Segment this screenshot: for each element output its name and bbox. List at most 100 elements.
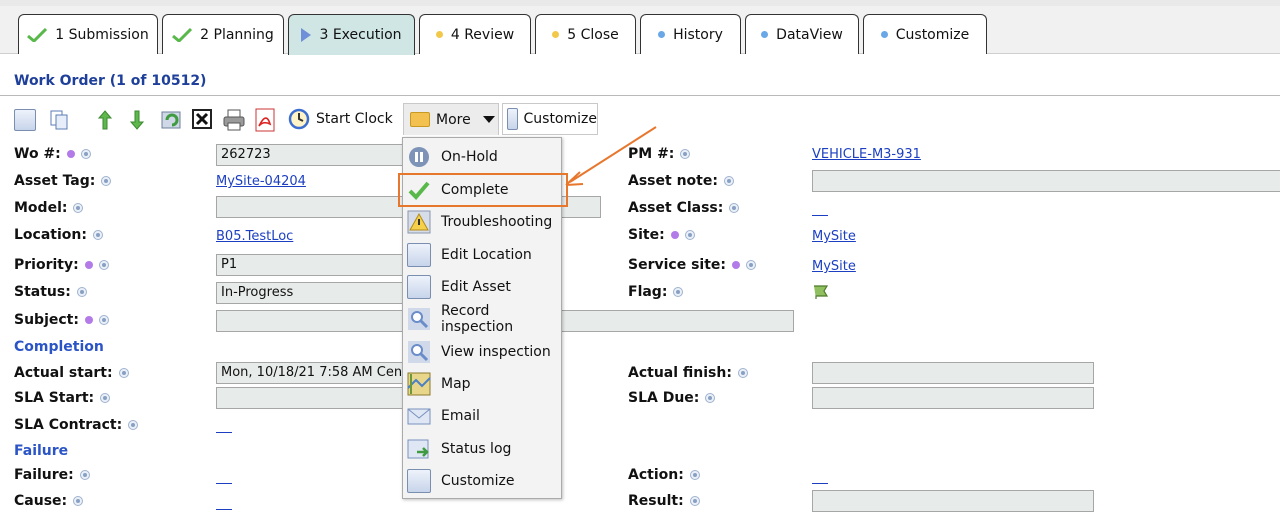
flag-icon[interactable] [812,284,830,300]
toolbar [0,100,1280,140]
menu-item-email[interactable]: Email [403,400,561,432]
info-icon[interactable] [100,393,111,403]
site-label: Site: [628,227,695,243]
asset-note-label-text: Asset note: [628,173,718,189]
info-icon[interactable] [98,315,109,325]
delete-button[interactable] [192,109,212,129]
close-icon [192,109,212,129]
tab-review[interactable]: 4 Review [419,14,531,54]
pdf-button[interactable] [254,108,276,132]
start-clock-button[interactable]: Start Clock [288,104,393,134]
info-icon[interactable] [80,149,91,159]
asset-class-label: Asset Class: [628,200,740,216]
menu-item-status-log[interactable]: Status log [403,433,561,465]
info-icon[interactable] [79,470,90,480]
more-dropdown-button[interactable]: More [403,103,499,135]
failure-link[interactable] [216,483,232,484]
copy-button[interactable] [48,109,70,131]
info-icon[interactable] [118,368,129,378]
info-icon[interactable] [98,260,109,270]
menu-item-edit-location[interactable]: Edit Location [403,239,561,271]
info-icon[interactable] [689,470,700,480]
info-icon[interactable] [723,176,734,186]
tab-close[interactable]: 5 Close [535,14,636,54]
tab-bar: 1 Submission 2 Planning 3 Execution 4 Re… [0,0,1280,55]
menu-item-label: Edit Asset [441,279,511,295]
info-icon[interactable] [689,496,700,506]
info-icon[interactable] [673,287,684,297]
toolbar-customize-button[interactable]: Customize [502,103,598,135]
action-link[interactable] [812,483,828,484]
asset-note-field[interactable] [812,170,1280,192]
info-icon[interactable] [128,420,139,430]
wo-number-label-text: Wo #: [14,146,61,162]
info-icon[interactable] [73,203,84,213]
menu-item-label: Record inspection [441,303,514,335]
asset-note-label: Asset note: [628,173,734,189]
tab-label: DataView [776,26,843,43]
service-site-link[interactable]: MySite [812,259,856,274]
status-label-text: Status: [14,284,71,300]
tab-planning[interactable]: 2 Planning [162,14,284,54]
refresh-button[interactable] [160,109,184,131]
move-up-button[interactable] [96,109,114,131]
tab-submission[interactable]: 1 Submission [18,14,158,54]
status-field[interactable]: In-Progress [216,282,406,304]
tab-label: 5 Close [567,26,619,43]
asset-tag-label-text: Asset Tag: [14,173,96,189]
menu-item-edit-asset[interactable]: Edit Asset [403,271,561,303]
actual-finish-field[interactable] [812,362,1094,384]
refresh-icon [161,111,181,129]
menu-item-map[interactable]: Map [403,368,561,400]
tab-history[interactable]: History [640,14,741,54]
info-icon[interactable] [729,203,740,213]
site-link[interactable]: MySite [812,229,856,244]
info-icon[interactable] [680,149,691,159]
edit-button[interactable] [14,109,36,131]
menu-item-view-inspection[interactable]: View inspection [403,336,561,368]
tab-execution[interactable]: 3 Execution [288,14,415,55]
wo-number-field[interactable]: 262723 [216,144,406,166]
action-label: Action: [628,467,700,483]
actual-start-field[interactable]: Mon, 10/18/21 7:58 AM Cen [216,362,406,384]
start-clock-label: Start Clock [316,111,393,127]
result-field[interactable] [812,490,1094,512]
info-icon[interactable] [76,287,87,297]
location-link[interactable]: B05.TestLoc [216,229,293,244]
menu-item-customize[interactable]: Customize [403,465,561,497]
move-down-button[interactable] [128,109,146,131]
info-icon[interactable] [92,230,103,240]
menu-item-label: Map [441,376,471,392]
menu-item-record-inspection[interactable]: Record inspection [403,303,561,335]
menu-item-label: Complete [441,182,509,198]
asset-tag-label: Asset Tag: [14,173,112,189]
sla-contract-link[interactable] [216,432,232,433]
info-icon[interactable] [101,176,112,186]
status-label: Status: [14,284,87,300]
pm-number-link[interactable]: VEHICLE-M3-931 [812,147,921,162]
blue-dot-icon [761,31,769,38]
tab-customize[interactable]: Customize [863,14,987,54]
asset-tag-link[interactable]: MySite-04204 [216,174,306,189]
menu-item-on-hold[interactable]: On-Hold [403,141,561,173]
info-icon[interactable] [746,260,756,270]
info-icon[interactable] [684,230,695,240]
result-label-text: Result: [628,493,684,509]
failure-section-title: Failure [14,443,69,459]
menu-item-complete[interactable]: Complete [398,173,568,207]
sla-due-field[interactable] [812,387,1094,409]
result-label: Result: [628,493,700,509]
check-icon [27,27,48,42]
info-icon[interactable] [737,368,748,378]
menu-item-label: On-Hold [441,149,498,165]
info-icon[interactable] [73,496,84,506]
menu-item-troubleshooting[interactable]: Troubleshooting [403,206,561,238]
cause-link[interactable] [216,509,232,510]
priority-field[interactable]: P1 [216,254,406,276]
sla-start-field[interactable] [216,387,406,409]
tab-dataview[interactable]: DataView [745,14,859,54]
info-icon[interactable] [705,393,716,403]
asset-class-link[interactable] [812,215,828,216]
print-button[interactable] [222,108,246,132]
more-dropdown-menu: On-Hold Complete Troubleshooting Edit Lo… [398,137,568,499]
